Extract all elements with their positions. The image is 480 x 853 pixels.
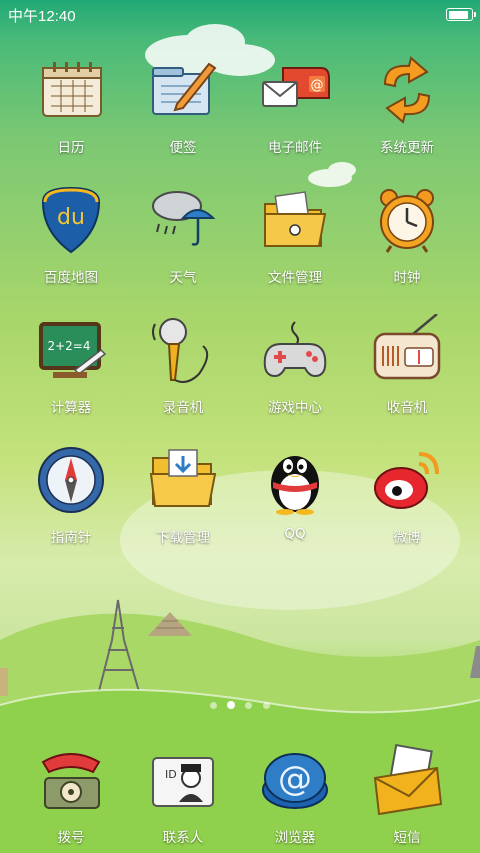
svg-text:ID: ID xyxy=(165,768,177,781)
download-folder-icon xyxy=(149,449,217,507)
svg-text:du: du xyxy=(57,205,85,230)
baidu-map-icon: du xyxy=(41,186,101,254)
app-calendar[interactable]: 日历 xyxy=(16,54,126,172)
app-label: 拨号 xyxy=(57,830,85,846)
microphone-icon xyxy=(152,318,209,383)
dock-messages[interactable]: 短信 xyxy=(352,744,462,853)
app-label: QQ xyxy=(284,526,306,542)
page-dot-active[interactable] xyxy=(227,701,235,709)
app-label: 日历 xyxy=(57,140,85,156)
app-recorder[interactable]: 录音机 xyxy=(128,314,238,432)
app-label: 便签 xyxy=(169,140,197,156)
app-label: 计算器 xyxy=(50,400,92,416)
notes-icon xyxy=(152,62,217,115)
app-label: 电子邮件 xyxy=(268,140,322,156)
dock-browser[interactable]: @ 浏览器 xyxy=(240,744,350,853)
calendar-icon xyxy=(42,62,102,117)
chalkboard-icon: 2+2=4 xyxy=(39,322,107,378)
alarm-clock-icon xyxy=(380,189,434,253)
page-dot[interactable] xyxy=(210,702,217,709)
gamepad-icon xyxy=(263,321,327,378)
app-label: 指南针 xyxy=(50,530,92,546)
radio-icon xyxy=(373,314,441,380)
status-time: 中午12:40 xyxy=(8,8,76,25)
app-qq[interactable]: QQ xyxy=(240,444,350,562)
page-dot[interactable] xyxy=(263,702,270,709)
app-label: 联系人 xyxy=(162,830,204,846)
weibo-icon xyxy=(374,452,439,509)
app-label: 时钟 xyxy=(393,270,421,286)
status-bar: 中午12:40 xyxy=(0,0,480,28)
app-compass[interactable]: 指南针 xyxy=(16,444,126,562)
contacts-card-icon: ID xyxy=(152,757,214,807)
folder-icon xyxy=(264,191,327,247)
app-label: 浏览器 xyxy=(274,830,316,846)
app-label: 收音机 xyxy=(386,400,428,416)
app-label: 短信 xyxy=(393,830,421,846)
svg-text:@: @ xyxy=(278,759,312,799)
dock-phone[interactable]: 拨号 xyxy=(16,744,126,853)
app-file-manager[interactable]: 文件管理 xyxy=(240,184,350,302)
app-weather[interactable]: 天气 xyxy=(128,184,238,302)
app-label: 录音机 xyxy=(162,400,204,416)
qq-penguin-icon xyxy=(271,456,319,515)
app-label: 天气 xyxy=(169,270,197,286)
app-notes[interactable]: 便签 xyxy=(128,54,238,172)
app-download-manager[interactable]: 下载管理 xyxy=(128,444,238,562)
weather-umbrella-icon xyxy=(152,191,216,246)
browser-at-icon: @ xyxy=(262,753,328,809)
svg-text:2+2=4: 2+2=4 xyxy=(47,339,90,353)
app-calculator[interactable]: 2+2=4 计算器 xyxy=(16,314,126,432)
battery-level xyxy=(448,10,468,19)
app-label: 文件管理 xyxy=(268,270,322,286)
phone-icon xyxy=(41,753,101,809)
page-dot[interactable] xyxy=(245,702,252,709)
app-label: 下载管理 xyxy=(156,530,210,546)
app-label: 微博 xyxy=(393,530,421,546)
app-label: 百度地图 xyxy=(44,270,98,286)
battery-icon xyxy=(446,8,476,21)
message-envelope-icon xyxy=(373,744,443,816)
update-arrows-icon xyxy=(383,56,431,124)
app-clock[interactable]: 时钟 xyxy=(352,184,462,302)
app-weibo[interactable]: 微博 xyxy=(352,444,462,562)
svg-text:@: @ xyxy=(311,78,324,93)
app-label: 系统更新 xyxy=(380,140,434,156)
app-radio[interactable]: 收音机 xyxy=(352,314,462,432)
app-system-update[interactable]: 系统更新 xyxy=(352,54,462,172)
home-screen: 中午12:40 日历 便签 @ 电子邮件 系统更新 du 百度地图 天气 文件管… xyxy=(0,0,480,853)
mailbox-icon: @ xyxy=(262,67,330,107)
dock-contacts[interactable]: ID 联系人 xyxy=(128,744,238,853)
page-indicator xyxy=(0,701,480,711)
app-email[interactable]: @ 电子邮件 xyxy=(240,54,350,172)
compass-icon xyxy=(38,447,104,513)
app-game-center[interactable]: 游戏中心 xyxy=(240,314,350,432)
app-baidu-map[interactable]: du 百度地图 xyxy=(16,184,126,302)
app-label: 游戏中心 xyxy=(268,400,322,416)
